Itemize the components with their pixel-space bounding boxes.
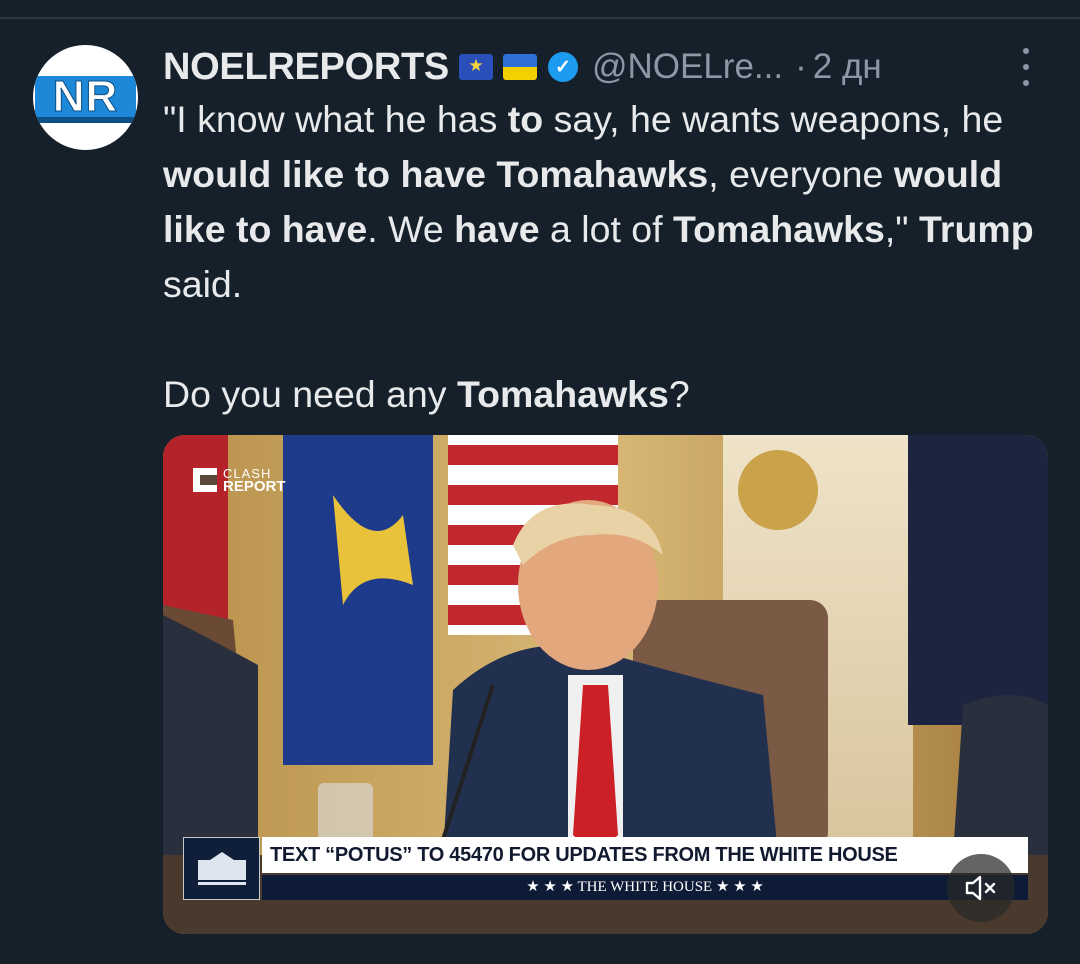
text-run: a lot of xyxy=(539,208,674,250)
author-name[interactable]: NOELREPORTS xyxy=(163,46,449,89)
top-divider xyxy=(0,17,1080,19)
lower-third-subtitle: ★ ★ ★ THE WHITE HOUSE ★ ★ ★ xyxy=(262,875,1028,900)
tweet-quote-paragraph: "I know what he has to say, he wants wea… xyxy=(163,92,1053,312)
eu-flag-icon xyxy=(458,54,493,80)
text-run: Do you need any xyxy=(163,373,457,415)
tweet-header: NOELREPORTS ✓ @NOELre... · 2 дн xyxy=(163,40,1043,94)
text-run: say, he wants weapons, he xyxy=(543,98,1014,140)
speaker-muted-icon[interactable] xyxy=(947,854,1015,922)
bold-text-run: would like to have Tomahawks xyxy=(163,153,709,195)
tweet-video[interactable]: CLASH REPORT TEXT “POTUS” TO 45470 FOR U… xyxy=(163,435,1048,934)
separator-dot: · xyxy=(795,47,807,86)
text-run: ," xyxy=(884,208,920,250)
tweet-question-paragraph: Do you need any Tomahawks? xyxy=(163,367,1053,422)
verified-badge-icon[interactable]: ✓ xyxy=(547,52,578,82)
tweet-timestamp[interactable]: 2 дн xyxy=(813,47,882,87)
bold-text-run: have xyxy=(454,208,540,250)
bold-text-run: Trump xyxy=(919,208,1034,250)
white-house-seal-icon xyxy=(183,837,260,900)
bold-text-run: Tomahawks xyxy=(456,373,669,415)
more-options-icon[interactable] xyxy=(1016,48,1036,86)
lower-third-headline: TEXT “POTUS” TO 45470 FOR UPDATES FROM T… xyxy=(262,837,1028,873)
clash-report-watermark: CLASH REPORT xyxy=(193,467,286,495)
bold-text-run: to xyxy=(507,98,544,140)
video-lower-third: TEXT “POTUS” TO 45470 FOR UPDATES FROM T… xyxy=(183,837,1028,900)
avatar[interactable]: NR xyxy=(33,45,138,150)
bold-text-run: Tomahawks xyxy=(673,208,885,250)
ukraine-flag-icon xyxy=(502,54,537,80)
watermark-line2: REPORT xyxy=(223,478,286,495)
author-handle[interactable]: @NOELre... xyxy=(592,47,783,87)
text-run: ? xyxy=(668,373,690,415)
text-run: . We xyxy=(367,208,455,250)
text-run: , everyone xyxy=(708,153,894,195)
text-run: "I know what he has xyxy=(163,98,508,140)
clash-report-logo-icon xyxy=(193,468,217,492)
avatar-logo: NR xyxy=(35,74,136,119)
tweet-text: "I know what he has to say, he wants wea… xyxy=(163,92,1053,422)
avatar-logo-underline xyxy=(35,117,136,123)
